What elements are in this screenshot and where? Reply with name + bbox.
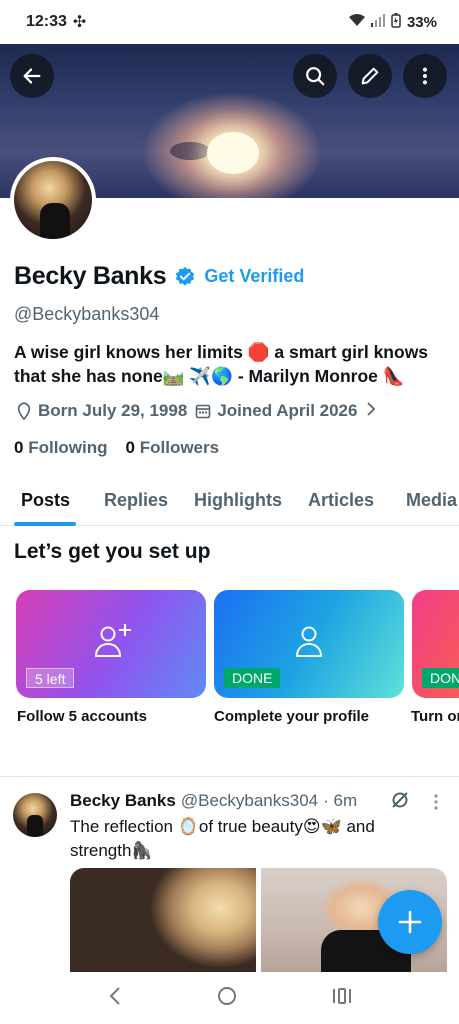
followers-link[interactable]: 0 Followers <box>126 438 220 458</box>
setup-card-label[interactable]: Turn on <box>411 708 459 725</box>
bio-line: A wise girl knows her limits 🛑 a smart g… <box>14 342 429 362</box>
calendar-icon <box>196 404 211 419</box>
bio-line: that she has none🛤️ ✈️🌎 - Marilyn Monroe… <box>14 366 405 386</box>
banner-cloud <box>170 142 210 160</box>
profile-tabs: Posts Replies Highlights Articles Media <box>0 478 459 526</box>
more-options-button[interactable] <box>403 54 447 98</box>
search-button[interactable] <box>293 54 337 98</box>
setup-card-badge: DONE <box>422 668 459 688</box>
post-author-handle[interactable]: @Beckybanks304 <box>181 791 318 811</box>
born-date: Born July 29, 1998 <box>38 401 188 420</box>
following-label: Following <box>28 438 108 457</box>
profile-avatar[interactable] <box>10 157 96 243</box>
plus-icon <box>398 910 422 934</box>
setup-card-badge: 5 left <box>26 668 75 688</box>
setup-title: Let’s get you set up <box>14 540 211 563</box>
wifi-icon <box>348 13 365 31</box>
post-header: Becky Banks @Beckybanks304 · 6m <box>70 791 357 811</box>
tab-media[interactable]: Media <box>406 490 457 511</box>
nav-home-icon[interactable] <box>217 986 237 1011</box>
name-row: Becky Banks Get Verified <box>14 262 304 291</box>
pencil-icon <box>361 67 379 85</box>
setup-card-follow[interactable]: 5 left <box>16 590 206 698</box>
tab-replies[interactable]: Replies <box>104 490 168 511</box>
profile-handle: @Beckybanks304 <box>14 304 160 324</box>
display-name: Becky Banks <box>14 262 167 290</box>
section-divider <box>0 776 459 777</box>
post-text: The reflection 🪞of true beauty😍🦋 and str… <box>70 815 440 863</box>
verified-badge-icon <box>176 266 195 286</box>
following-link[interactable]: 0 Following <box>14 438 108 458</box>
more-vertical-icon <box>422 67 428 85</box>
status-time: 12:33 <box>26 13 67 30</box>
birthday-item: Born July 29, 1998 <box>16 401 187 421</box>
post-author-name[interactable]: Becky Banks <box>70 791 176 811</box>
joined-date: Joined April 2026 <box>217 401 358 420</box>
post-time: · 6m <box>323 791 358 810</box>
user-icon <box>295 626 323 657</box>
setup-card-label[interactable]: Complete your profile <box>214 708 369 725</box>
tab-posts[interactable]: Posts <box>21 490 70 511</box>
chevron-right-icon[interactable] <box>365 401 377 421</box>
active-tab-indicator <box>14 522 76 526</box>
followers-label: Followers <box>139 438 220 457</box>
back-button[interactable] <box>10 54 54 98</box>
profile-bio: A wise girl knows her limits 🛑 a smart g… <box>14 340 446 388</box>
tab-articles[interactable]: Articles <box>308 490 374 511</box>
edit-profile-button[interactable] <box>348 54 392 98</box>
banner-moon <box>207 132 259 174</box>
nav-recents-icon[interactable] <box>332 987 352 1010</box>
add-user-icon <box>94 624 131 657</box>
post-more-icon[interactable] <box>432 793 440 816</box>
fan-icon: ✣ <box>72 14 87 31</box>
setup-card-badge: DONE <box>224 668 281 688</box>
arrow-left-icon <box>23 68 41 84</box>
status-bar: 12:33 ✣ 33% <box>0 0 459 44</box>
following-count: 0 <box>14 438 24 457</box>
profile-meta: Born July 29, 1998 Joined April 2026 <box>16 401 377 421</box>
post-image[interactable] <box>70 868 256 972</box>
setup-card-label[interactable]: Follow 5 accounts <box>17 708 147 725</box>
post-text-line: strength🦍 <box>70 841 153 860</box>
signal-icon <box>370 13 385 31</box>
post-avatar[interactable] <box>13 793 57 837</box>
search-icon <box>306 67 325 86</box>
follow-stats: 0 Following 0 Followers <box>14 438 219 458</box>
setup-card-profile[interactable]: DONE <box>214 590 404 698</box>
tab-highlights[interactable]: Highlights <box>194 490 282 511</box>
nav-back-icon[interactable] <box>108 986 122 1011</box>
setup-card-notifications[interactable]: DONE <box>412 590 459 698</box>
joined-item: Joined April 2026 <box>195 401 357 421</box>
battery-icon <box>391 12 401 32</box>
battery-percent: 33% <box>406 13 437 31</box>
location-pin-icon <box>17 402 31 420</box>
post-text-line: The reflection 🪞of true beauty😍🦋 and <box>70 817 375 836</box>
compose-button[interactable] <box>378 890 442 954</box>
get-verified-link[interactable]: Get Verified <box>204 266 304 287</box>
system-nav-bar <box>0 972 459 1024</box>
grok-icon[interactable] <box>390 790 410 815</box>
followers-count: 0 <box>125 438 135 457</box>
